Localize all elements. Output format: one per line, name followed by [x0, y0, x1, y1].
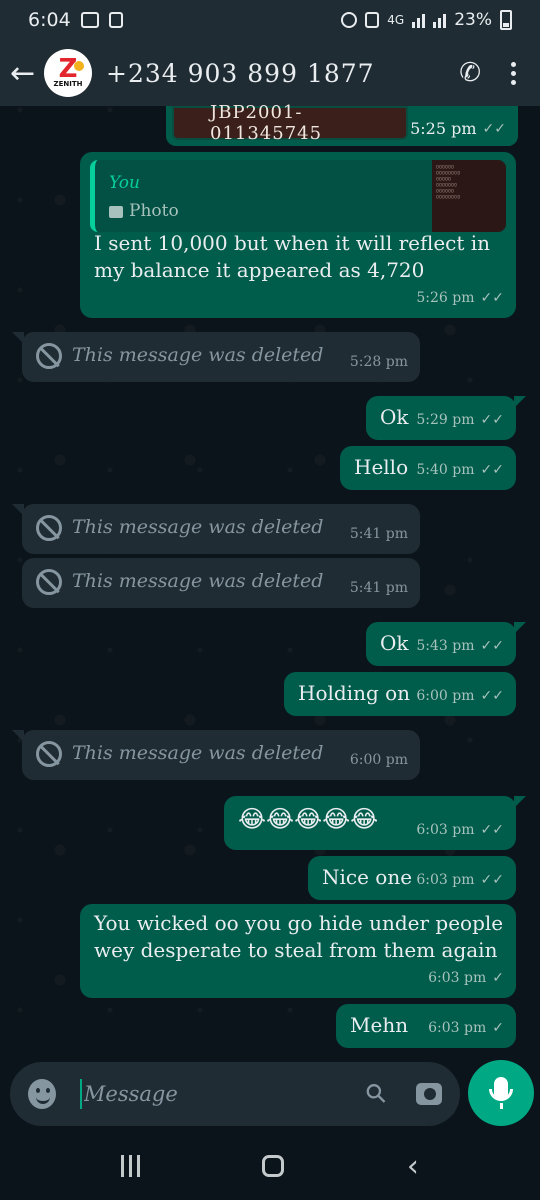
recents-icon[interactable]	[121, 1155, 141, 1177]
camera-icon[interactable]	[415, 1083, 442, 1105]
read-receipt-icon: ✓✓	[480, 290, 504, 306]
message-time: 5:40 pm	[416, 462, 475, 478]
signal-icon	[412, 12, 426, 28]
deleted-message[interactable]: This message was deleted 6:00 pm	[12, 730, 420, 780]
message-time: 6:03 pm	[428, 1020, 487, 1036]
signal-icon	[433, 12, 447, 28]
deleted-text: This message was deleted	[72, 570, 324, 592]
add-call-icon[interactable]: ✆	[459, 58, 481, 88]
network-type: 4G	[387, 13, 405, 27]
message-time: 6:00 pm	[349, 752, 408, 768]
message-time: 5:26 pm	[416, 290, 475, 306]
system-nav-bar: ‹	[0, 1132, 540, 1200]
deleted-text: This message was deleted	[72, 742, 324, 764]
message-text: I sent 10,000 but when it will reflect i…	[94, 230, 490, 284]
back-icon[interactable]: ‹	[407, 1149, 419, 1184]
message-text: Mehn	[350, 1013, 409, 1037]
more-options-icon[interactable]	[511, 61, 516, 85]
message-time: 5:28 pm	[349, 354, 408, 370]
message-time: 5:41 pm	[349, 580, 408, 596]
message-text: Ok	[380, 631, 409, 655]
read-receipt-icon: ✓✓	[480, 872, 504, 888]
message-input[interactable]	[79, 1079, 353, 1109]
message-composer: ⚲	[10, 1062, 460, 1126]
sent-message[interactable]: 😂😂😂😂😂 6:03 pm ✓✓	[224, 796, 526, 850]
message-time: 6:03 pm	[428, 970, 487, 986]
message-time: 6:00 pm	[416, 688, 475, 704]
message-time: 6:03 pm	[416, 872, 475, 888]
message-time: 5:41 pm	[349, 526, 408, 542]
reply-message[interactable]: You Photo ▯▯▯▯▯▯ ▯▯▯▯▯▯▯▯ ▯▯▯▯▯ ▯▯▯▯▯▯▯ ▯▯▯▯…	[80, 152, 516, 318]
voice-record-button[interactable]	[468, 1060, 534, 1126]
avatar-dot	[74, 61, 84, 71]
sent-message[interactable]: Ok 5:29 pm ✓✓	[366, 396, 526, 440]
read-receipt-icon: ✓✓	[480, 462, 504, 478]
microphone-icon	[489, 1077, 513, 1109]
read-receipt-icon: ✓✓	[480, 688, 504, 704]
photo-icon	[109, 205, 123, 218]
image-thumbnail[interactable]: JBP2001-011345745	[172, 102, 408, 144]
ban-icon	[36, 342, 62, 369]
read-receipt-icon: ✓✓	[480, 638, 504, 654]
contact-name[interactable]: +234 903 899 1877	[106, 59, 375, 88]
sent-message[interactable]: Mehn 6:03 pm ✓	[336, 1004, 516, 1048]
deleted-text: This message was deleted	[72, 344, 324, 366]
sent-message[interactable]: You wicked oo you go hide under people w…	[80, 904, 516, 998]
ban-icon	[36, 740, 62, 767]
deleted-message[interactable]: This message was deleted 5:28 pm	[12, 332, 420, 382]
message-text: Holding on	[298, 681, 411, 705]
status-time: 6:04	[28, 9, 71, 31]
read-receipt-icon: ✓✓	[480, 822, 504, 838]
image-caption-text: JBP2001-011345745	[210, 102, 323, 144]
quoted-message[interactable]: You Photo ▯▯▯▯▯▯ ▯▯▯▯▯▯▯▯ ▯▯▯▯▯ ▯▯▯▯▯▯▯ ▯▯▯▯…	[90, 160, 506, 232]
ban-icon	[36, 514, 62, 541]
quote-kind: Photo	[129, 201, 179, 221]
message-line: wey desperate to steal from them again	[94, 938, 498, 962]
sent-receipt-icon: ✓	[492, 970, 504, 986]
quote-author: You	[109, 173, 140, 193]
message-time: 5:25 pm	[410, 119, 477, 138]
read-receipt-icon: ✓✓	[480, 412, 504, 428]
attach-icon[interactable]: ⚲	[359, 1077, 394, 1112]
message-line: You wicked oo you go hide under people	[94, 911, 504, 935]
deleted-message[interactable]: This message was deleted 5:41 pm	[12, 504, 420, 554]
message-text: You wicked oo you go hide under people w…	[94, 910, 503, 964]
message-text: Ok	[380, 405, 409, 429]
sent-message[interactable]: Hello 5:40 pm ✓✓	[340, 446, 516, 490]
sent-receipt-icon: ✓	[492, 1020, 504, 1036]
message-time: 5:29 pm	[416, 412, 475, 428]
lock-icon	[108, 12, 123, 28]
chat-header: ← Z ZENITH +234 903 899 1877 ✆	[0, 40, 540, 106]
message-line: my balance it appeared as 4,720	[94, 258, 425, 282]
sent-message[interactable]: Nice one 6:03 pm ✓✓	[308, 856, 516, 900]
quote-kind-row: Photo	[109, 198, 179, 225]
sent-message[interactable]: Ok 5:43 pm ✓✓	[366, 622, 526, 666]
mute-icon	[365, 12, 380, 28]
read-receipt-icon: ✓✓	[482, 120, 506, 137]
ban-icon	[36, 568, 62, 595]
message-line: I sent 10,000 but when it will reflect i…	[94, 231, 491, 255]
avatar-label: ZENITH	[53, 80, 83, 88]
battery-icon	[500, 10, 512, 30]
gallery-icon	[80, 12, 99, 28]
message-text: Nice one	[322, 865, 413, 889]
emoji-icon[interactable]	[28, 1079, 56, 1109]
message-text: Hello	[354, 455, 409, 479]
sent-message[interactable]: Holding on 6:00 pm ✓✓	[284, 672, 516, 716]
deleted-text: This message was deleted	[72, 516, 324, 538]
message-time: 5:43 pm	[416, 638, 475, 654]
back-arrow-icon[interactable]: ←	[10, 56, 40, 91]
deleted-message[interactable]: This message was deleted 5:41 pm	[22, 558, 420, 608]
message-time: 6:03 pm	[416, 822, 475, 838]
quoted-photo-thumbnail: ▯▯▯▯▯▯ ▯▯▯▯▯▯▯▯ ▯▯▯▯▯ ▯▯▯▯▯▯▯ ▯▯▯▯▯▯ ▯▯▯▯▯▯▯▯	[432, 160, 506, 232]
alarm-icon	[341, 12, 358, 28]
message-text: 😂😂😂😂😂	[238, 805, 379, 833]
battery-percent: 23%	[454, 10, 492, 30]
status-bar: 6:04 4G 23%	[0, 0, 540, 40]
avatar[interactable]: Z ZENITH	[44, 49, 92, 97]
home-icon[interactable]	[262, 1155, 285, 1177]
image-message-fragment[interactable]: JBP2001-011345745 5:25 pm ✓✓	[166, 102, 518, 146]
